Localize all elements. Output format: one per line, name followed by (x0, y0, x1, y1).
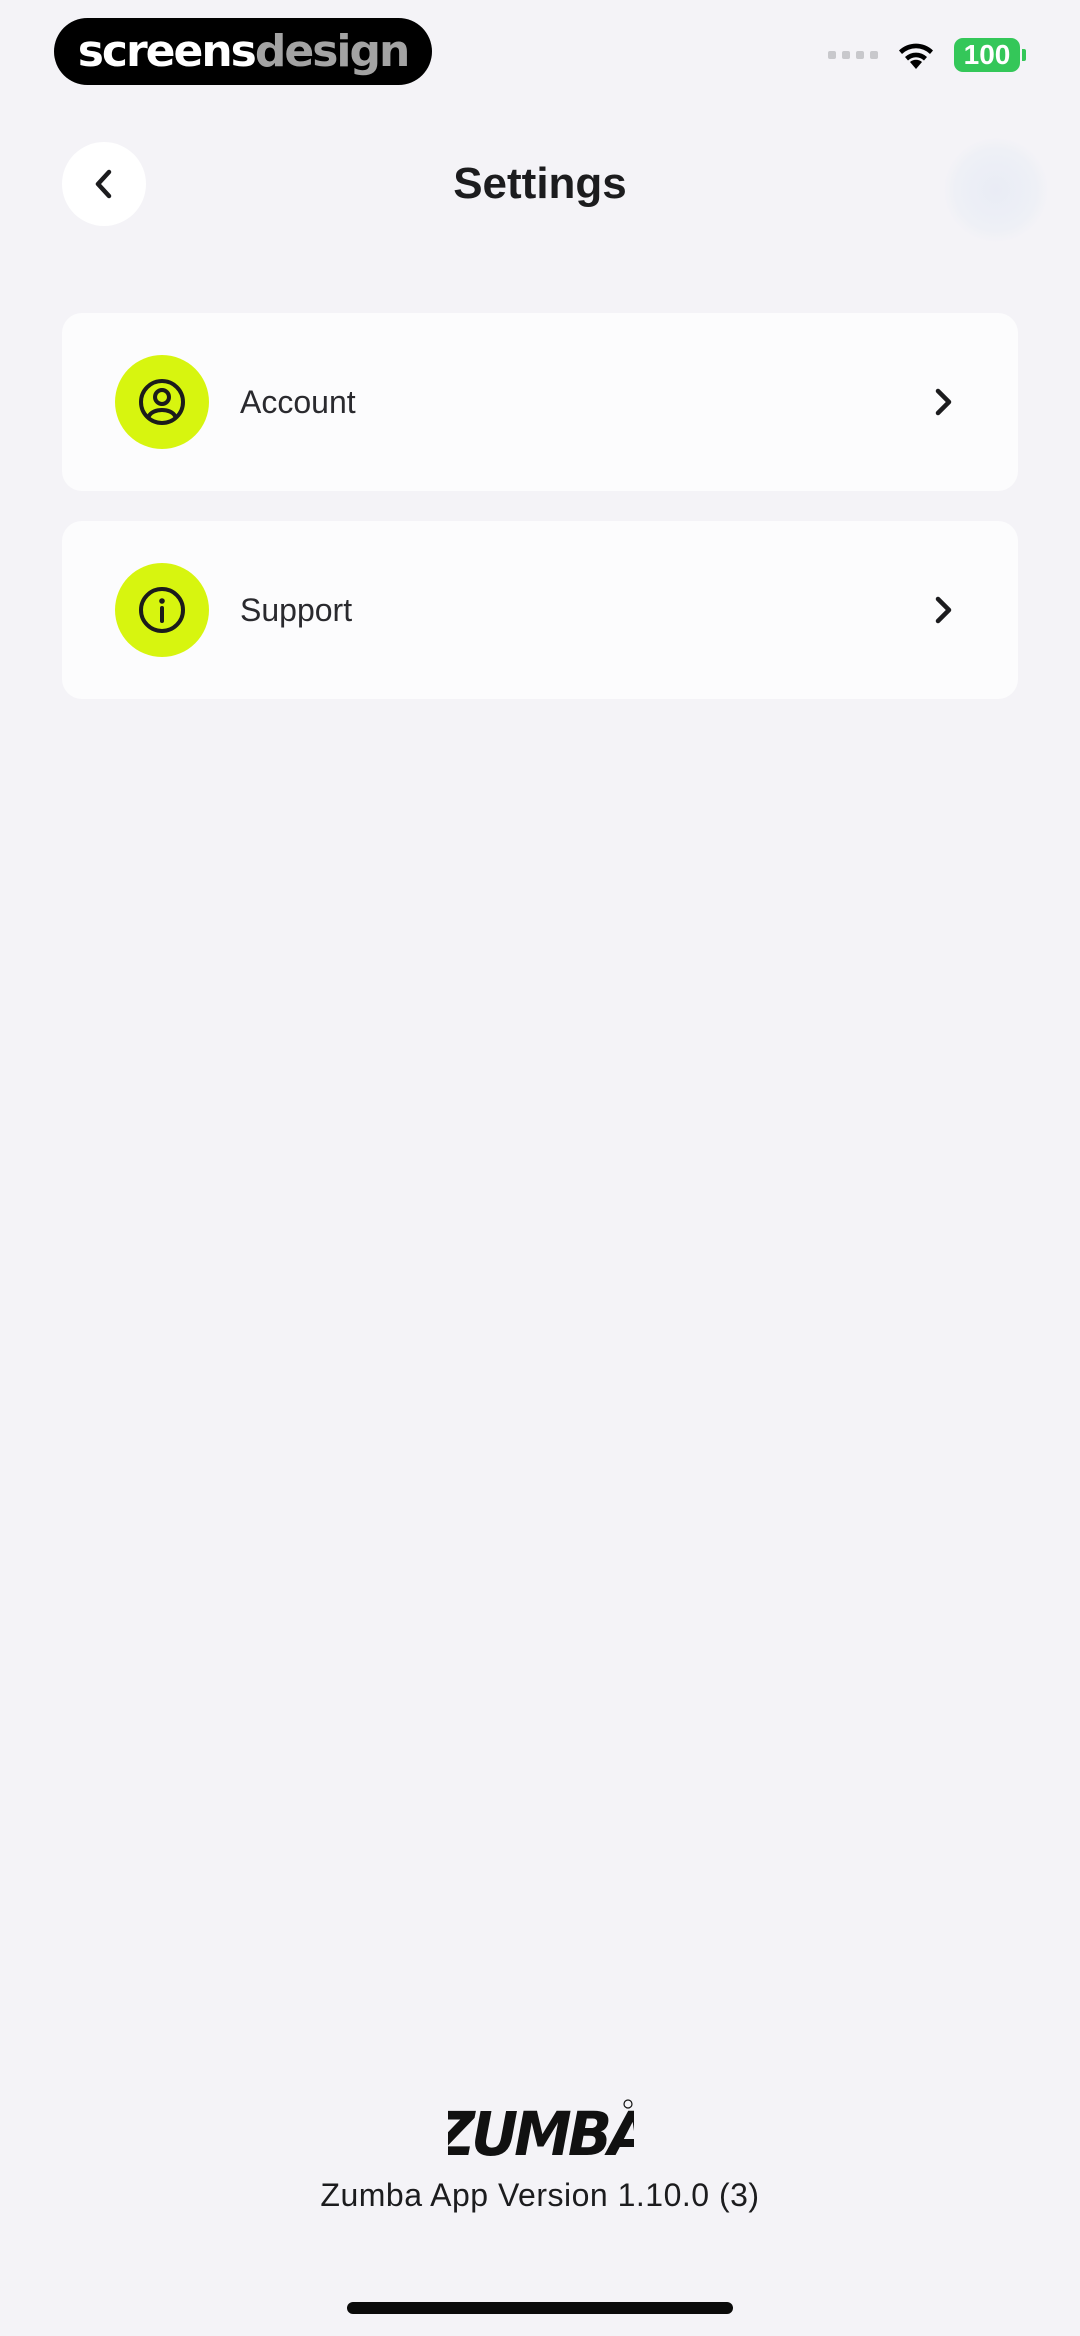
status-bar-right: 100 (828, 38, 1026, 72)
home-indicator[interactable] (347, 2302, 733, 2314)
screensdesign-watermark: screens design (54, 18, 432, 85)
battery-icon: 100 (954, 38, 1026, 72)
signal-icon (828, 51, 878, 59)
info-icon (139, 587, 185, 633)
avatar (944, 138, 1048, 242)
wifi-icon (899, 43, 933, 69)
watermark-text-part2: design (254, 25, 410, 77)
app-version: Zumba App Version 1.10.0 (3) (320, 2177, 760, 2213)
chevron-right-icon (930, 592, 956, 628)
support-icon-circle (115, 563, 209, 657)
chevron-right-icon (930, 384, 956, 420)
settings-item-account[interactable]: Account (62, 313, 1018, 491)
battery-level: 100 (954, 38, 1020, 72)
watermark-text-part1: screens (77, 25, 257, 77)
zumba-logo: ZUMBA (448, 2099, 634, 2158)
settings-item-support[interactable]: Support (62, 521, 1018, 699)
settings-item-label: Account (240, 383, 356, 420)
page-title: Settings (453, 159, 627, 208)
account-icon-circle (115, 355, 209, 449)
user-circle-icon (139, 379, 185, 425)
zumba-logo-text: ZUMBA (448, 2099, 634, 2158)
settings-item-label: Support (240, 591, 353, 628)
